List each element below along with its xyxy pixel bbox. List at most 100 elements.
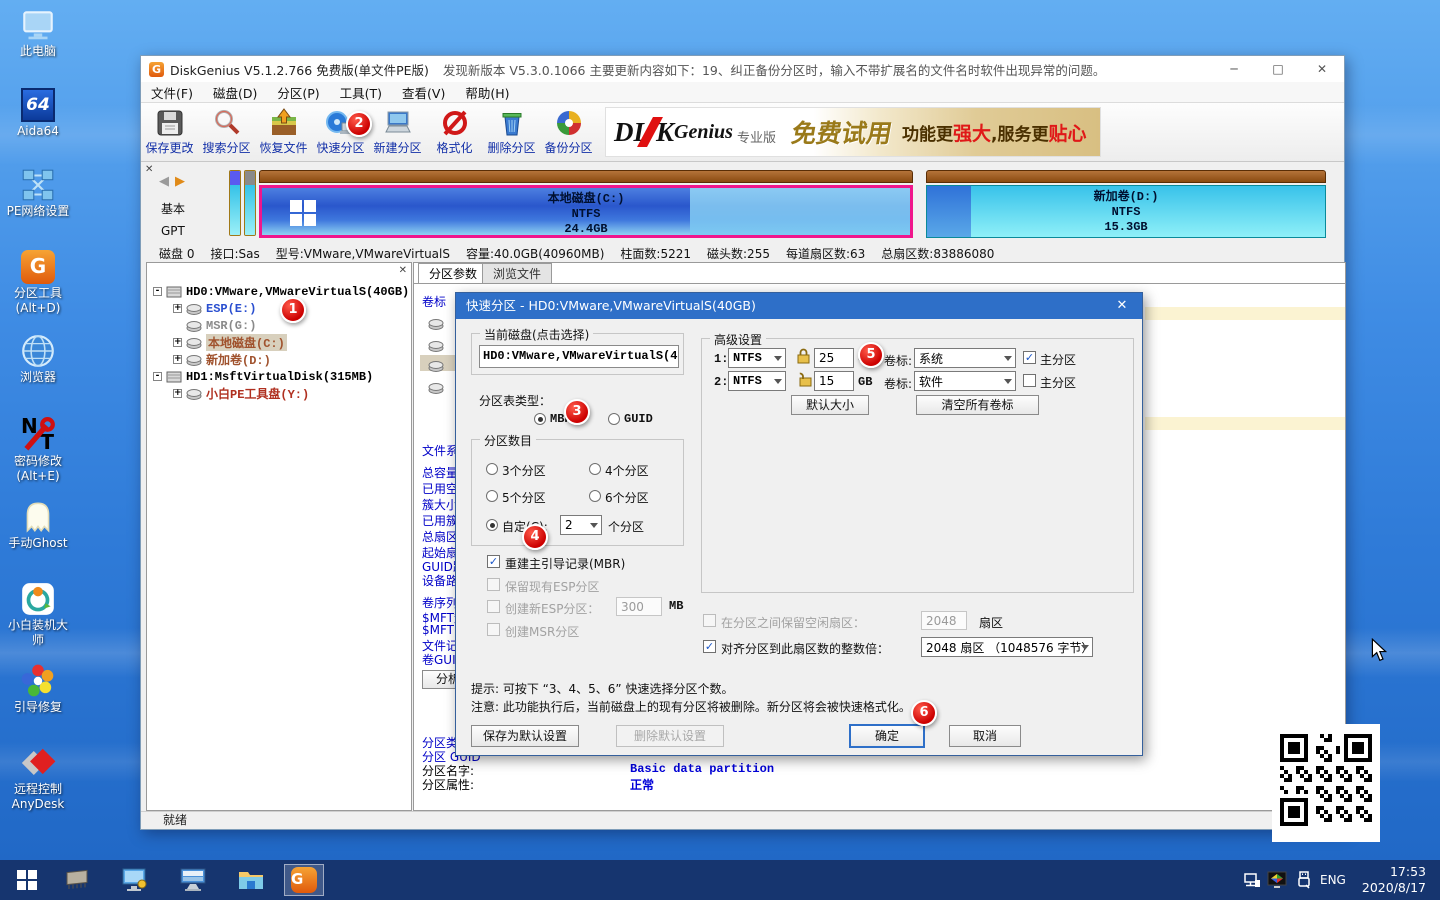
desktop-icon-aida64[interactable]: 64 Aida64 [2,86,74,166]
diskgenius-ad-banner[interactable]: DI K Genius 专业版 免费试用 功能更强大,服务更贴心 [605,107,1101,157]
lock-closed-icon[interactable] [796,348,811,369]
size-input-1[interactable]: 25 [814,348,854,368]
expander-icon[interactable]: - [153,372,162,381]
desktop-icon-anydesk[interactable]: 远程控制 AnyDesk [2,744,74,824]
expander-icon[interactable]: - [153,287,162,296]
minimize-button[interactable]: ─ [1212,56,1256,82]
esp-size-input[interactable]: 300 [616,597,662,616]
menu-partition[interactable]: 分区(P) [267,83,329,102]
tray-clock[interactable]: 17:53 2020/8/17 [1362,864,1426,896]
expander-icon[interactable]: + [173,389,182,398]
checkbox-create-msr[interactable] [487,623,500,636]
toolbar-backup-partition[interactable]: 备份分区 [540,105,597,159]
expander-icon[interactable]: + [173,338,182,347]
align-sectors-select[interactable]: 2048 扇区 （1048576 字节） [921,637,1093,657]
tree-row-hd0[interactable]: - HD0:VMware,VMwareVirtualS(40GB) [153,283,409,300]
panel-close-icon[interactable]: ✕ [145,164,153,175]
partition-c[interactable]: 本地磁盘(C:) NTFS 24.4GB [259,185,913,238]
tree-row-msr[interactable]: MSR(G:) [173,317,256,334]
mini-partition-esp[interactable] [229,170,241,236]
tree-row-hd1[interactable]: - HD1:MsftVirtualDisk(315MB) [153,368,373,385]
size-input-2[interactable]: 15 [814,371,854,391]
desktop-icon-password[interactable]: NT 密码修改 (Alt+E) [2,416,74,496]
delete-default-button[interactable]: 删除默认设置 [616,725,724,747]
nav-back-icon[interactable]: ◀ [159,174,169,189]
menu-disk[interactable]: 磁盘(D) [203,83,267,102]
checkbox-align-partitions[interactable]: ✓ [703,640,716,653]
maximize-button[interactable]: □ [1256,56,1300,82]
checkbox-primary-1[interactable]: ✓ [1023,351,1036,364]
default-size-button[interactable]: 默认大小 [791,395,869,415]
checkbox-rebuild-mbr[interactable]: ✓ [487,555,500,568]
tree-close-icon[interactable]: ✕ [399,265,407,276]
desktop-icon-this-pc[interactable]: 此电脑 [2,6,74,86]
toolbar-new-partition[interactable]: 新建分区 [369,105,426,159]
tab-partition-params[interactable]: 分区参数 [418,263,488,284]
step-badge-5: 5 [858,342,884,368]
gap-sectors-input[interactable]: 2048 [921,611,967,630]
taskbar-app-diskgenius[interactable]: G [284,864,324,896]
radio-mbr[interactable] [534,413,546,425]
tray-network-icon[interactable] [1240,864,1264,896]
tray-language[interactable]: ENG [1320,873,1346,887]
cancel-button[interactable]: 取消 [949,725,1021,747]
ok-button[interactable]: 确定 [849,724,925,748]
dialog-close-icon[interactable]: ✕ [1102,293,1142,319]
toolbar-save-changes[interactable]: 保存更改 [141,105,198,159]
desktop-icon-browser[interactable]: 浏览器 [2,332,74,412]
checkbox-reserve-gap[interactable] [703,614,716,627]
radio-6-partitions[interactable] [589,490,601,502]
custom-count-select[interactable]: 2 [560,515,602,535]
tree-row-esp[interactable]: + ESP(E:) [173,300,256,317]
clear-labels-button[interactable]: 清空所有卷标 [916,395,1039,415]
tray-usb-icon[interactable] [1292,864,1316,896]
toolbar-recover-files[interactable]: 恢复文件 [255,105,312,159]
radio-5-partitions[interactable] [486,490,498,502]
disk-info-line: 磁盘 0接口:Sas 型号:VMware,VMwareVirtualS容量:40… [159,245,994,262]
taskbar-app-chip[interactable] [60,864,94,896]
taskbar-app-osk[interactable] [176,864,210,896]
toolbar-delete-partition[interactable]: 删除分区 [483,105,540,159]
mini-partition-msr[interactable] [244,170,256,236]
desktop-icon-pe-network[interactable]: PE网络设置 [2,166,74,246]
tab-browse-files[interactable]: 浏览文件 [482,263,552,284]
radio-4-partitions[interactable] [589,463,601,475]
menu-help[interactable]: 帮助(H) [455,83,519,102]
checkbox-new-esp[interactable] [487,600,500,613]
tree-row-local-c[interactable]: + 本地磁盘(C:) [173,334,287,351]
taskbar-app-explorer[interactable] [234,864,268,896]
fs-select-2[interactable]: NTFS [728,371,786,391]
toolbar-format[interactable]: 格式化 [426,105,483,159]
tree-row-new-volume-d[interactable]: + 新加卷(D:) [173,351,271,368]
desktop-icon-ghost[interactable]: 手动Ghost [2,498,74,578]
expander-icon[interactable]: + [173,304,182,313]
taskbar-app-screenshot[interactable] [118,864,152,896]
radio-guid[interactable] [608,413,620,425]
lock-open-icon[interactable] [796,371,813,392]
start-button[interactable] [10,864,44,896]
dialog-warning: 注意: 此功能执行后，当前磁盘上的现有分区将被删除。新分区将会被快速格式化。 [471,698,911,715]
toolbar-search-partition[interactable]: 搜索分区 [198,105,255,159]
tray-display-icon[interactable] [1264,864,1290,896]
radio-3-partitions[interactable] [486,463,498,475]
save-default-button[interactable]: 保存为默认设置 [471,725,579,747]
desktop-icon-bootfix[interactable]: 引导修复 [2,662,74,742]
close-button[interactable]: ✕ [1300,56,1344,82]
step-badge-4: 4 [522,524,548,550]
menu-tools[interactable]: 工具(T) [330,83,392,102]
nav-forward-icon[interactable]: ▶ [175,174,185,189]
fs-select-1[interactable]: NTFS [728,348,786,368]
desktop-icon-partition-tool[interactable]: G 分区工具 (Alt+D) [2,248,74,328]
expander-icon[interactable]: + [173,355,182,364]
checkbox-primary-2[interactable] [1023,374,1036,387]
menu-file[interactable]: 文件(F) [141,83,203,102]
checkbox-keep-esp[interactable] [487,578,500,591]
current-disk-box[interactable]: HD0:VMware,VMwareVirtualS(40GB) [479,345,679,368]
volume-label-select-2[interactable]: 软件 [914,371,1016,391]
menu-view[interactable]: 查看(V) [392,83,455,102]
partition-d[interactable]: 新加卷(D:) NTFS 15.3GB [926,185,1326,238]
radio-custom-count[interactable] [486,519,498,531]
volume-label-select-1[interactable]: 系统 [914,348,1016,368]
tree-row-pe-disk-y[interactable]: + 小白PE工具盘(Y:) [173,385,309,402]
desktop-icon-xiaobai[interactable]: 小白装机大 师 [2,580,74,660]
